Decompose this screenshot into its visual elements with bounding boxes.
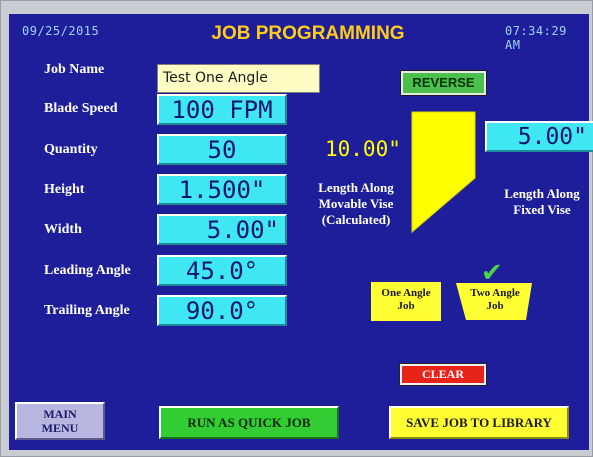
one-angle-job-button[interactable]: One Angle Job — [371, 282, 441, 321]
quantity-label: Quantity — [44, 142, 98, 157]
width-label: Width — [44, 222, 82, 237]
clear-button[interactable]: CLEAR — [399, 363, 487, 386]
movable-vise-label: Length Along Movable Vise (Calculated) — [318, 180, 394, 227]
reverse-button[interactable]: REVERSE — [400, 70, 487, 96]
hmi-screen: 09/25/2015 JOB PROGRAMMING 07:34:29 AM J… — [9, 14, 593, 390]
height-field[interactable]: 1.500" — [157, 174, 287, 205]
quantity-field[interactable]: 50 — [157, 134, 287, 165]
save-job-to-library-button[interactable]: SAVE JOB TO LIBRARY — [389, 406, 569, 439]
fixed-vise-label: Length Along Fixed Vise — [504, 186, 580, 217]
job-name-field[interactable]: Test One Angle — [157, 64, 320, 93]
trailing-angle-field[interactable]: 90.0° — [157, 295, 287, 326]
height-label: Height — [44, 182, 85, 197]
leading-angle-field[interactable]: 45.0° — [157, 255, 287, 286]
date-display: 09/25/2015 — [22, 24, 100, 38]
time-display: 07:34:29 AM — [505, 24, 567, 52]
page-title: JOB PROGRAMMING — [211, 23, 405, 44]
blade-speed-label: Blade Speed — [44, 101, 118, 116]
blade-speed-field[interactable]: 100 FPM — [157, 94, 287, 125]
fixed-vise-length-field[interactable]: 5.00" — [485, 121, 593, 152]
main-menu-button[interactable]: MAIN MENU — [15, 402, 105, 440]
job-name-label: Job Name — [44, 62, 105, 77]
workpiece-shape-diagram — [411, 111, 476, 234]
leading-angle-label: Leading Angle — [44, 263, 131, 278]
movable-vise-length: 10.00" — [325, 137, 401, 161]
two-angle-job-button[interactable]: Two Angle Job — [454, 282, 534, 321]
width-field[interactable]: 5.00" — [157, 214, 287, 245]
trailing-angle-label: Trailing Angle — [44, 303, 130, 318]
hmi-frame: 09/25/2015 JOB PROGRAMMING 07:34:29 AM J… — [0, 0, 593, 457]
run-as-quick-job-button[interactable]: RUN AS QUICK JOB — [159, 406, 339, 439]
